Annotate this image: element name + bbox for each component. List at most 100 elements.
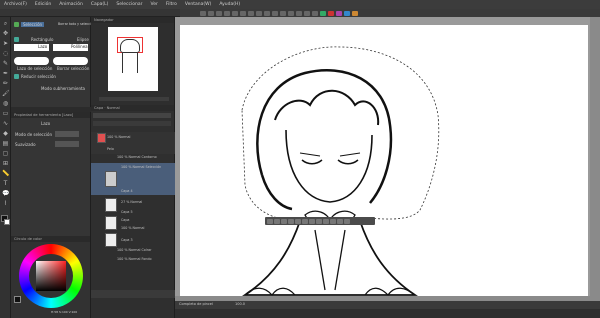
more-icon[interactable]: [344, 218, 350, 224]
zoom-icon[interactable]: ⌕: [2, 20, 9, 27]
menu-filtro[interactable]: Filtro: [162, 2, 181, 7]
subtool-ellipse[interactable]: Elipse: [77, 37, 89, 42]
saturation-value-square[interactable]: [36, 261, 66, 291]
subtool-rectangle[interactable]: Rectángulo: [31, 37, 53, 42]
color-swatch-icon[interactable]: [328, 10, 334, 16]
subtool-mode-button[interactable]: Modo subherramienta: [41, 86, 85, 91]
redo-icon[interactable]: [232, 10, 238, 16]
menu-ventana[interactable]: Ventana(W): [181, 2, 215, 7]
eraser-icon[interactable]: ▭: [2, 110, 9, 117]
deselect-icon[interactable]: [264, 10, 270, 16]
selection-mode-buttons[interactable]: [55, 131, 79, 137]
delete-icon[interactable]: [240, 10, 246, 16]
antialias-buttons[interactable]: [55, 141, 79, 147]
invert-selection-icon[interactable]: [272, 10, 278, 16]
navigator-preview[interactable]: [108, 27, 158, 91]
subtool-selection-pen[interactable]: Lazo de selección: [17, 66, 52, 71]
menu-capa[interactable]: Capa(L): [87, 2, 113, 7]
selection-pen-preview-icon[interactable]: [14, 57, 49, 65]
pen-icon[interactable]: ✒: [2, 70, 9, 77]
deselect-icon[interactable]: [267, 218, 273, 224]
layer-panel-title: Capa · Normal: [91, 105, 174, 111]
layer-thumbnail: [105, 233, 117, 247]
transform-icon[interactable]: [256, 10, 262, 16]
operation-icon[interactable]: ➤: [2, 40, 9, 47]
menu-archivo[interactable]: Archivo(F): [0, 2, 31, 7]
tool-name: Lazo: [41, 121, 51, 126]
rectangle-selection-icon[interactable]: [14, 37, 19, 42]
pencil-icon[interactable]: ✏: [2, 80, 9, 87]
opacity-slider[interactable]: [93, 113, 171, 118]
drawing-canvas[interactable]: [180, 25, 588, 296]
scale-icon[interactable]: [337, 218, 343, 224]
subtool-shrink-selection[interactable]: Reducir selección: [21, 74, 56, 79]
ruler-icon[interactable]: 📏: [2, 170, 9, 177]
color-swatch-icon[interactable]: [352, 10, 358, 16]
eyedropper-icon[interactable]: ✎: [2, 60, 9, 67]
color-swatch-icon[interactable]: [336, 10, 342, 16]
menu-edicion[interactable]: Edición: [31, 2, 55, 7]
menu-animacion[interactable]: Animación: [55, 2, 87, 7]
erase-selection-preview-icon[interactable]: [53, 57, 88, 65]
clear-icon[interactable]: [295, 218, 301, 224]
layer-thumbnail: [105, 216, 117, 230]
text-icon[interactable]: T: [2, 180, 9, 187]
color-wheel-panel: Círculo de color H:58 S:100 V:100: [11, 236, 91, 318]
timeline-strip[interactable]: [175, 309, 600, 318]
fill-selection-icon[interactable]: [248, 10, 254, 16]
transform-icon[interactable]: [330, 218, 336, 224]
subtool-erase-selection[interactable]: Borrar selección: [57, 66, 89, 71]
lasso-icon[interactable]: ◌: [2, 50, 9, 57]
new-icon[interactable]: [200, 10, 206, 16]
subtool-tab-selection[interactable]: Selección: [21, 22, 45, 27]
figure-icon[interactable]: ▢: [2, 150, 9, 157]
sub-color-swatch[interactable]: [4, 219, 10, 225]
frame-icon[interactable]: ⊞: [2, 160, 9, 167]
layer-item[interactable]: 100 % Normal Fondo: [117, 257, 183, 261]
move-icon[interactable]: ✥: [2, 30, 9, 37]
color-swatch-icon[interactable]: [344, 10, 350, 16]
new-layer-from-selection-icon[interactable]: [316, 218, 322, 224]
expand-icon[interactable]: [281, 218, 287, 224]
balloon-icon[interactable]: 💬: [2, 190, 9, 197]
layer-item[interactable]: Pelo: [107, 147, 173, 151]
correct-line-icon[interactable]: ⌇: [2, 200, 9, 207]
selection-launcher-bar: [265, 217, 375, 225]
color-swatch-icon[interactable]: [320, 10, 326, 16]
vertical-scrollbar[interactable]: [590, 17, 600, 296]
invert-icon[interactable]: [274, 218, 280, 224]
copy-icon[interactable]: [323, 218, 329, 224]
selection-tab-icon[interactable]: [14, 22, 19, 27]
fill-icon[interactable]: ◆: [2, 130, 9, 137]
snap-grid-icon[interactable]: [296, 10, 302, 16]
brush-icon[interactable]: 🖌: [2, 90, 10, 97]
menu-seleccionar[interactable]: Seleccionar: [112, 2, 146, 7]
layer-item[interactable]: 100 % Normal: [107, 135, 173, 139]
layer-item[interactable]: 100 % Normal Colrar: [117, 248, 183, 252]
navigator-zoom-slider[interactable]: [99, 97, 169, 101]
shrink-selection-icon[interactable]: [14, 74, 19, 79]
fill-icon[interactable]: [309, 218, 315, 224]
menu-ayuda[interactable]: Ayuda(H): [215, 2, 244, 7]
subtool-lasso[interactable]: Lazo: [38, 44, 47, 49]
save-icon[interactable]: [216, 10, 222, 16]
main-color-chip[interactable]: [14, 296, 21, 303]
layer-item[interactable]: 100 % Normal Contorno: [117, 155, 183, 159]
blend-icon[interactable]: ∿: [2, 120, 9, 127]
menu-ver[interactable]: Ver: [146, 2, 161, 7]
undo-icon[interactable]: [224, 10, 230, 16]
color-panel-title: Círculo de color: [11, 236, 90, 242]
airbrush-icon[interactable]: ◍: [2, 100, 9, 107]
clear-outside-icon[interactable]: [302, 218, 308, 224]
gradient-icon[interactable]: ▤: [2, 140, 9, 147]
snap-ruler-icon[interactable]: [288, 10, 294, 16]
snap-perspective-icon[interactable]: [304, 10, 310, 16]
show-border-icon[interactable]: [280, 10, 286, 16]
subtool-polyline[interactable]: Polilínea: [71, 44, 88, 49]
open-icon[interactable]: [208, 10, 214, 16]
settings-icon[interactable]: [312, 10, 318, 16]
layer-thumbnail: [105, 198, 117, 212]
shrink-icon[interactable]: [288, 218, 294, 224]
zoom-readout[interactable]: 100.0: [235, 302, 245, 306]
canvas-area[interactable]: [175, 17, 600, 296]
